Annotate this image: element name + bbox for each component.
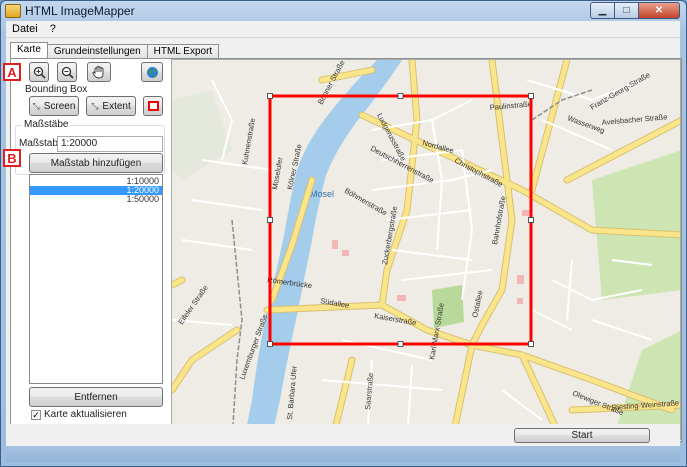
close-icon[interactable]: ✕	[638, 2, 680, 19]
bounding-box-title: Bounding Box	[25, 84, 88, 95]
left-panel: Bounding Box ⤡ Screen ⤡ Extent Maßstäbe Ma…	[11, 59, 169, 441]
pan-button[interactable]	[87, 62, 111, 82]
massstaebe-title: Maßstäbe	[22, 119, 71, 130]
scale-list-item[interactable]: 1:50000	[30, 195, 162, 204]
karte-aktualisieren-label: Karte aktualisieren	[44, 409, 127, 420]
window-title: HTML ImageMapper	[25, 4, 135, 18]
screen-button-label: Screen	[43, 100, 76, 112]
tab-html-export[interactable]: HTML Export	[146, 44, 220, 59]
bbox-handle[interactable]	[267, 217, 273, 223]
maximize-icon[interactable]: □	[614, 2, 639, 19]
massstab-input[interactable]: 1:20000	[57, 136, 163, 152]
scale-list[interactable]: 1:10000 1:20000 1:50000	[29, 174, 163, 384]
menu-help[interactable]: ?	[44, 23, 62, 35]
extent-button-label: Extent	[102, 100, 131, 112]
remove-button[interactable]: Entfernen	[29, 387, 163, 407]
map-canvas: Mosel Bonner Straße Kölner Straße Moselu…	[172, 60, 680, 439]
scale-list-items: 1:10000 1:20000 1:50000	[30, 175, 162, 204]
bbox-handle[interactable]	[267, 93, 273, 99]
screen-button[interactable]: ⤡ Screen	[29, 96, 79, 116]
menu-bar: Datei ?	[6, 21, 680, 38]
add-scale-button[interactable]: Maßstab hinzufügen	[29, 153, 163, 173]
bottom-bar: Start	[6, 424, 680, 446]
bbox-color-button[interactable]	[143, 96, 163, 116]
callout-b: B	[3, 149, 21, 167]
app-icon	[5, 4, 21, 18]
status-strip	[6, 446, 680, 462]
bbox-handle[interactable]	[528, 93, 534, 99]
tab-strip: Karte Grundeinstellungen HTML Export	[10, 42, 220, 59]
window-controls: ▁ □ ✕	[590, 2, 680, 19]
tab-grundeinstellungen[interactable]: Grundeinstellungen	[46, 44, 148, 59]
karte-aktualisieren-checkbox[interactable]: ✓	[31, 410, 41, 420]
river-label: Mosel	[310, 189, 334, 199]
zoom-out-icon	[61, 66, 74, 79]
client-area: Karte Grundeinstellungen HTML Export Bou…	[6, 38, 682, 446]
title-bar[interactable]: HTML ImageMapper ▁ □ ✕	[1, 1, 686, 21]
callout-a: A	[3, 63, 21, 81]
minimize-icon[interactable]: ▁	[590, 2, 615, 19]
bbox-handle[interactable]	[397, 341, 404, 347]
bbox-handle[interactable]	[528, 217, 534, 223]
screen-expand-icon: ⤡	[32, 100, 40, 111]
map-view[interactable]: Mosel Bonner Straße Kölner Straße Moselu…	[171, 59, 681, 440]
massstab-label: Maßstab:	[19, 138, 61, 149]
red-rectangle-icon	[147, 101, 159, 111]
zoom-in-icon	[33, 66, 46, 79]
start-button[interactable]: Start	[514, 428, 650, 443]
tab-karte[interactable]: Karte	[10, 42, 48, 59]
globe-button[interactable]	[141, 62, 163, 82]
menu-datei[interactable]: Datei	[6, 23, 44, 35]
globe-icon	[146, 66, 158, 78]
tab-panel-karte: Bounding Box ⤡ Screen ⤡ Extent Maßstäbe Ma…	[10, 58, 682, 442]
extent-expand-icon: ⤡	[91, 100, 98, 111]
hand-icon	[92, 65, 104, 78]
checkmark-icon: ✓	[32, 410, 40, 420]
bbox-handle[interactable]	[528, 341, 534, 347]
zoom-out-button[interactable]	[57, 62, 77, 82]
bbox-handle[interactable]	[267, 341, 273, 347]
extent-button[interactable]: ⤡ Extent	[86, 96, 136, 116]
bbox-handle[interactable]	[397, 93, 404, 99]
zoom-in-button[interactable]	[29, 62, 49, 82]
